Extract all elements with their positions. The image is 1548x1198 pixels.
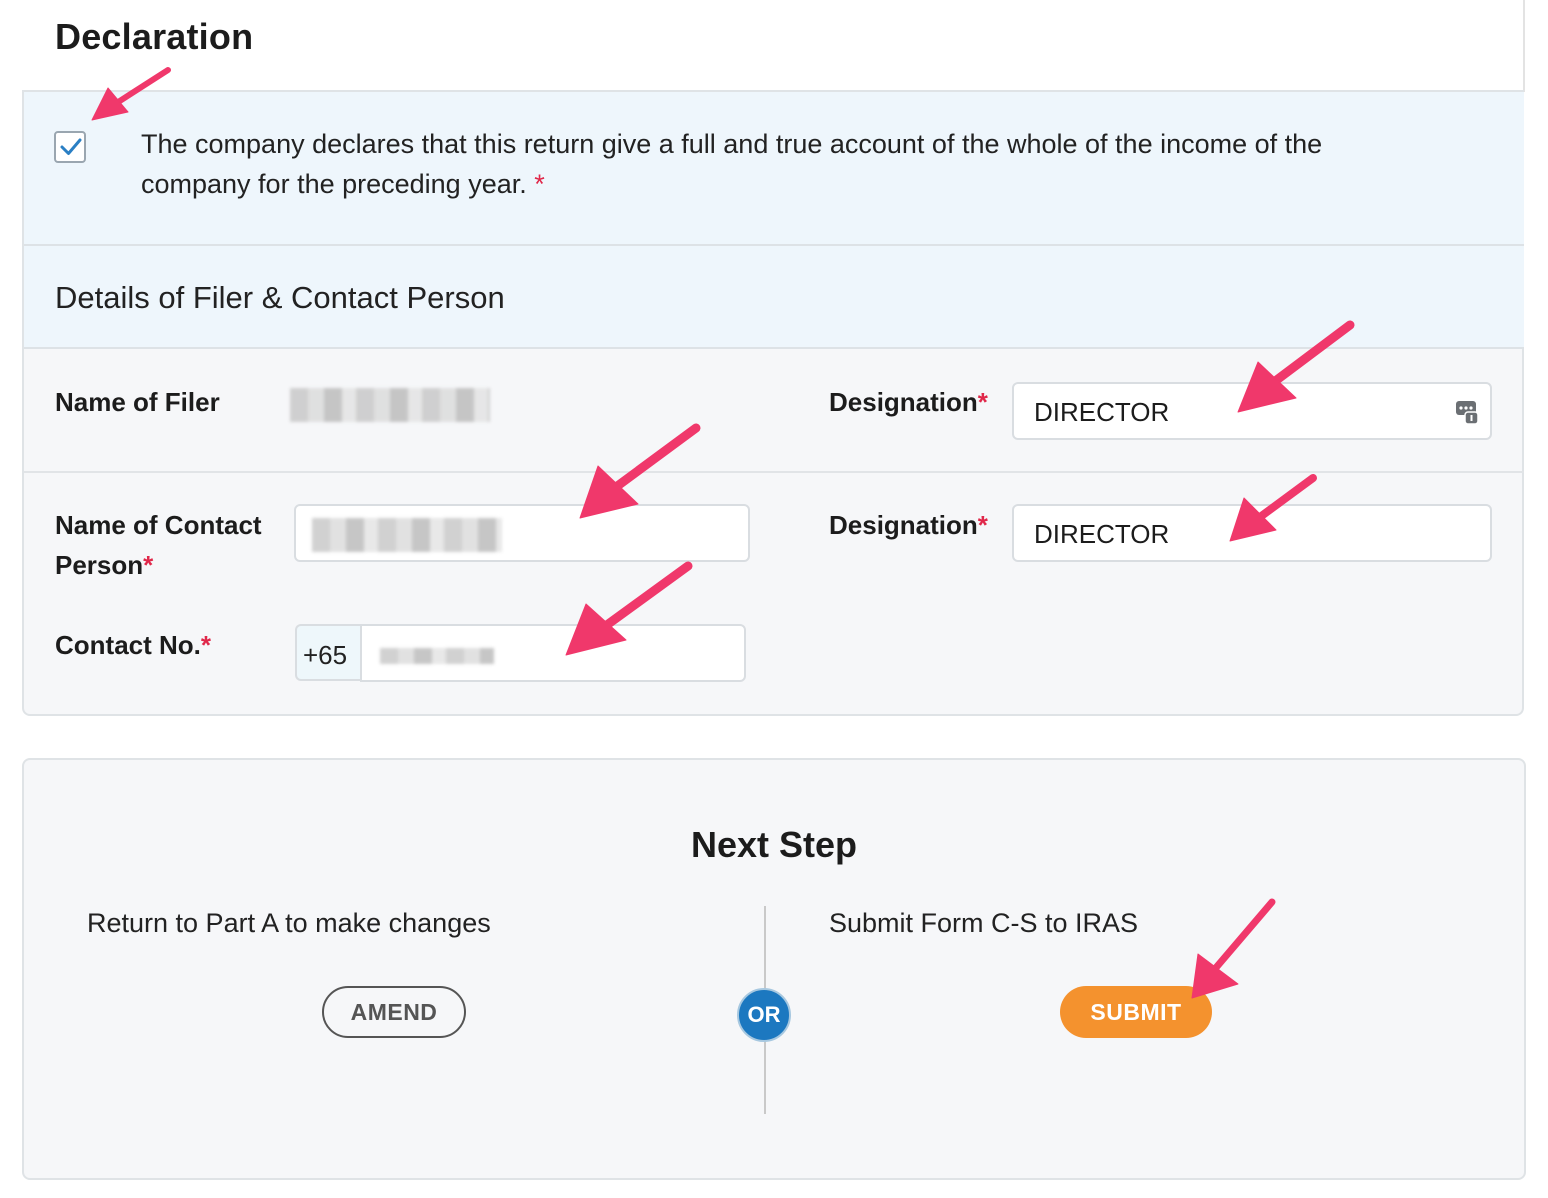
arrow-icon	[565, 561, 693, 656]
arrow-icon	[579, 423, 701, 519]
arrow-icon	[1191, 898, 1276, 999]
arrow-icon	[1237, 320, 1355, 413]
arrow-icon	[1229, 474, 1317, 542]
annotation-arrows	[91, 67, 1355, 999]
arrow-icon	[91, 67, 171, 121]
